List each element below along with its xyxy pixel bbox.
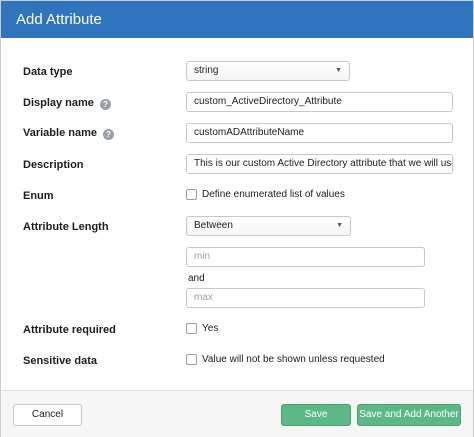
chevron-down-icon: ▼ [336,222,343,229]
dialog-title: Add Attribute [16,11,102,28]
dialog-footer: Cancel Save Save and Add Another [1,390,473,437]
display-name-label-text: Display name [23,97,94,109]
save-button[interactable]: Save [281,404,351,426]
enum-label: Enum [23,190,54,202]
help-icon[interactable]: ? [99,99,111,110]
cancel-button[interactable]: Cancel [13,404,82,426]
description-input[interactable]: This is our custom Active Directory attr… [186,154,453,174]
sensitive-data-checkbox[interactable] [186,354,197,365]
attribute-length-label: Attribute Length [23,221,109,233]
attribute-length-select[interactable]: Between ▼ [186,216,351,236]
sensitive-data-checkbox-label: Value will not be shown unless requested [202,354,385,365]
add-attribute-dialog: Add Attribute Data type string ▼ Display… [0,0,474,437]
help-icon[interactable]: ? [103,129,114,140]
data-type-label-text: Data type [23,66,73,78]
data-type-label: Data type [23,65,73,79]
save-and-add-another-button[interactable]: Save and Add Another [357,404,461,426]
chevron-down-icon: ▼ [335,67,342,74]
display-name-label: Display name? [23,96,111,110]
attribute-required-checkbox-label: Yes [202,323,219,334]
display-name-input[interactable]: custom_ActiveDirectory_Attribute [186,92,453,112]
variable-name-label-text: Variable name [23,127,97,139]
max-length-input[interactable]: max [186,288,425,308]
attribute-required-checkbox[interactable] [186,323,197,334]
enum-checkbox-label: Define enumerated list of values [202,189,345,200]
min-length-input[interactable]: min [186,247,425,267]
enum-checkbox[interactable] [186,189,197,200]
and-text: and [188,273,205,284]
attribute-length-value: Between [194,220,233,231]
dialog-header: Add Attribute [1,1,473,38]
variable-name-label: Variable name? [23,126,114,140]
data-type-value: string [194,65,219,76]
data-type-select[interactable]: string ▼ [186,61,350,81]
attribute-required-label: Attribute required [23,324,116,336]
description-label: Description [23,159,84,171]
variable-name-input[interactable]: customADAttributeName [186,123,453,143]
sensitive-data-label: Sensitive data [23,355,97,367]
